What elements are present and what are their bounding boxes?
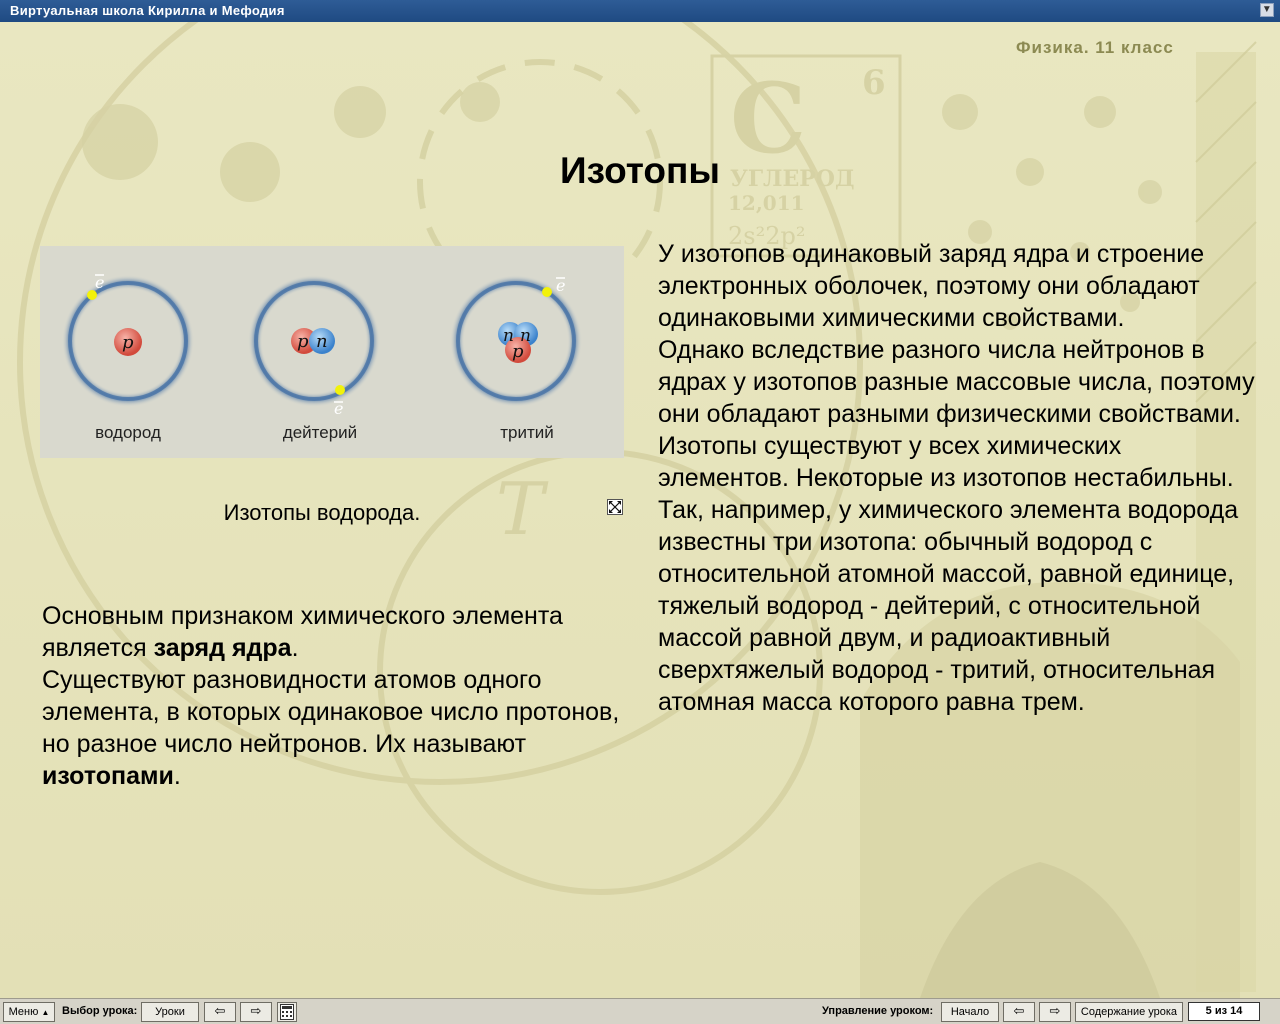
page-counter: 5 из 14: [1188, 1002, 1260, 1021]
right-paragraph-3: Так, например, у химического элемента во…: [658, 496, 1239, 716]
chevron-down-icon[interactable]: ▼: [1260, 3, 1274, 17]
expand-icon[interactable]: [607, 499, 623, 515]
term-nuclear-charge: заряд ядра: [153, 634, 292, 662]
window-title-bar: Виртуальная школа Кирилла и Мефодия ▼: [0, 0, 1280, 22]
figure-caption: Изотопы водорода.: [223, 500, 421, 525]
right-paragraph-2: Однако вследствие разного числа нейтроно…: [658, 336, 1255, 492]
left-paragraph-1: Основным признаком химического элемента …: [42, 602, 563, 662]
prev-lesson-button[interactable]: ⇦: [204, 1002, 236, 1022]
right-paragraph-1: У изотопов одинаковый заряд ядра и строе…: [658, 240, 1205, 332]
arrow-left-icon: ⇦: [214, 1003, 226, 1018]
page-title: Изотопы: [560, 150, 720, 191]
menu-button[interactable]: Меню ▲: [3, 1002, 55, 1022]
isotopes-figure: p e водород p n e дейтерий n n p e трити…: [40, 246, 624, 458]
arrow-right-icon: ⇨: [1049, 1003, 1061, 1018]
arrow-right-icon: ⇨: [250, 1003, 262, 1018]
chevron-up-icon: ▲: [41, 1008, 50, 1017]
atom-hydrogen: p e водород: [62, 273, 194, 442]
left-paragraph-2: Существуют разновидности атомов одного э…: [42, 666, 620, 790]
left-paragraphs: Основным признаком химического элемента …: [42, 600, 622, 792]
atom-label-hydrogen: водород: [95, 423, 161, 442]
lesson-contents-button[interactable]: Содержание урока: [1075, 1002, 1183, 1022]
calculator-icon: [280, 1004, 294, 1020]
neutron-symbol: n: [316, 331, 328, 352]
lessons-button[interactable]: Уроки: [141, 1002, 199, 1022]
proton-symbol: p: [512, 341, 524, 362]
next-page-button[interactable]: ⇨: [1039, 1002, 1071, 1022]
window-title: Виртуальная школа Кирилла и Мефодия: [10, 3, 285, 18]
electron: [542, 287, 552, 297]
bottom-toolbar: Меню ▲ Выбор урока: Уроки ⇦ ⇨ Управление…: [0, 998, 1280, 1024]
atom-label-deuterium: дейтерий: [283, 423, 357, 442]
next-lesson-button[interactable]: ⇨: [240, 1002, 272, 1022]
right-paragraphs: У изотопов одинаковый заряд ядра и строе…: [658, 238, 1258, 718]
bg-element-mass: 12,011: [728, 191, 805, 215]
isotopes-diagram: p e водород p n e дейтерий n n p e трити…: [62, 273, 582, 442]
electron-symbol: e: [95, 273, 104, 292]
electron-symbol: e: [556, 276, 565, 295]
atom-deuterium: p n e дейтерий: [248, 275, 380, 442]
prev-page-button[interactable]: ⇦: [1003, 1002, 1035, 1022]
lesson-choice-label: Выбор урока:: [62, 1005, 138, 1017]
lesson-control-label: Управление уроком:: [822, 1005, 934, 1017]
start-button[interactable]: Начало: [941, 1002, 999, 1022]
bg-element-number: 6: [862, 63, 886, 103]
electron: [335, 385, 345, 395]
atom-tritium: n n p e тритий: [450, 275, 582, 442]
proton-symbol: p: [297, 331, 309, 352]
lesson-stage: C 6 УГЛЕРОД 12,011 2s²2p² T Физика. 11 к…: [0, 22, 1280, 998]
proton-symbol: p: [122, 332, 134, 353]
calculator-button[interactable]: [277, 1002, 297, 1022]
subject-label: Физика. 11 класс: [1016, 38, 1174, 57]
term-isotopes: изотопами: [42, 762, 174, 790]
arrow-left-icon: ⇦: [1013, 1003, 1025, 1018]
atom-label-tritium: тритий: [500, 423, 554, 442]
